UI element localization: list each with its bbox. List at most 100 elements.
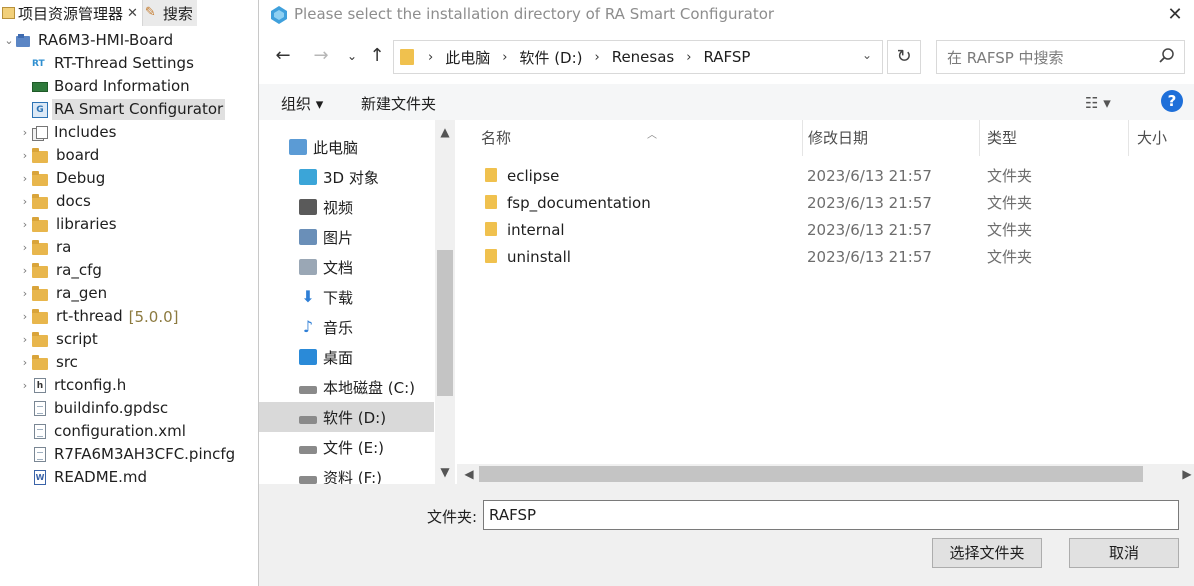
file-row[interactable]: internal 2023/6/13 21:57 文件夹	[457, 216, 1194, 243]
3d-objects-icon	[299, 169, 317, 185]
navigation-pane-scrollbar[interactable]: ▲ ▼	[435, 120, 455, 484]
organize-button[interactable]: 组织 ▾	[281, 93, 323, 114]
breadcrumb-separator-icon[interactable]: ›	[428, 50, 433, 65]
drive-icon	[299, 446, 317, 454]
tree-item[interactable]: Board Information	[0, 75, 262, 98]
tree-item[interactable]: › board	[0, 144, 262, 167]
this-pc-icon	[289, 139, 307, 155]
expand-arrow-icon[interactable]: ›	[18, 149, 32, 163]
column-header-type[interactable]: 类型	[979, 120, 1129, 156]
nav-item[interactable]: 文档	[259, 252, 434, 282]
dialog-title: Please select the installation directory…	[294, 5, 775, 23]
nav-item[interactable]: 此电脑	[259, 132, 434, 162]
scrollbar-thumb[interactable]	[479, 466, 1143, 482]
tree-item[interactable]: › libraries	[0, 213, 262, 236]
tree-item-label: src	[56, 353, 78, 371]
tab-search[interactable]: ✎ 搜索	[142, 0, 197, 26]
expand-arrow-icon[interactable]: ›	[18, 310, 32, 324]
tree-item[interactable]: › script	[0, 328, 262, 351]
up-arrow-icon[interactable]: ↑	[365, 44, 389, 68]
new-folder-button[interactable]: 新建文件夹	[361, 93, 436, 114]
expand-arrow-icon[interactable]: ›	[18, 218, 32, 232]
cancel-button[interactable]: 取消	[1069, 538, 1179, 568]
nav-item[interactable]: ⬇ 下载	[259, 282, 434, 312]
tab-project-explorer[interactable]: 项目资源管理器 ✕	[0, 0, 143, 26]
back-arrow-icon[interactable]: ←	[271, 44, 295, 68]
forward-arrow-icon[interactable]: →	[309, 44, 333, 68]
tree-item-label: R7FA6M3AH3CFC.pincfg	[54, 445, 236, 463]
close-icon[interactable]: ✕	[1163, 3, 1187, 27]
breadcrumb-drive-d[interactable]: 软件 (D:)	[519, 47, 582, 68]
address-bar[interactable]: › 此电脑 › 软件 (D:) › Renesas › RAFSP ⌄	[393, 40, 883, 74]
nav-item[interactable]: 软件 (D:)	[259, 402, 434, 432]
scroll-right-icon[interactable]: ▶	[1177, 464, 1194, 484]
scroll-left-icon[interactable]: ◀	[459, 464, 479, 484]
folder-icon	[32, 331, 48, 347]
folder-name-input[interactable]: RAFSP	[483, 500, 1179, 530]
expand-arrow-icon[interactable]: ›	[18, 195, 32, 209]
close-icon[interactable]: ✕	[127, 6, 138, 21]
recent-locations-chevron-icon[interactable]: ⌄	[340, 44, 364, 68]
scrollbar-thumb[interactable]	[437, 250, 453, 396]
expand-arrow-icon[interactable]: ›	[18, 379, 32, 393]
tree-item[interactable]: G RA Smart Configurator	[0, 98, 262, 121]
tree-item[interactable]: RT RT-Thread Settings	[0, 52, 262, 75]
tree-item[interactable]: configuration.xml	[0, 420, 262, 443]
expand-arrow-icon[interactable]: ›	[18, 241, 32, 255]
expand-arrow-icon[interactable]: ›	[18, 172, 32, 186]
scroll-up-icon[interactable]: ▲	[435, 122, 455, 142]
breadcrumb-separator-icon[interactable]: ›	[686, 50, 691, 65]
tree-item[interactable]: › src	[0, 351, 262, 374]
nav-item[interactable]: ♪ 音乐	[259, 312, 434, 342]
file-list-horizontal-scrollbar[interactable]: ◀ ▶	[457, 464, 1194, 484]
tree-item[interactable]: › rt-thread [5.0.0]	[0, 305, 262, 328]
expand-arrow-icon[interactable]: ›	[18, 356, 32, 370]
nav-item[interactable]: 本地磁盘 (C:)	[259, 372, 434, 402]
nav-item[interactable]: 文件 (E:)	[259, 432, 434, 462]
tree-item[interactable]: buildinfo.gpdsc	[0, 397, 262, 420]
column-header-date[interactable]: 修改日期	[800, 120, 980, 156]
file-row[interactable]: fsp_documentation 2023/6/13 21:57 文件夹	[457, 189, 1194, 216]
expand-arrow-icon[interactable]: ›	[18, 333, 32, 347]
scroll-down-icon[interactable]: ▼	[435, 462, 455, 482]
breadcrumb-separator-icon[interactable]: ›	[502, 50, 507, 65]
tree-item[interactable]: R7FA6M3AH3CFC.pincfg	[0, 443, 262, 466]
nav-item[interactable]: 图片	[259, 222, 434, 252]
tree-item[interactable]: › ra	[0, 236, 262, 259]
view-options-icon[interactable]: ☷ ▾	[1085, 94, 1111, 112]
header-file-icon: h	[34, 378, 46, 393]
expand-arrow-icon[interactable]: ›	[18, 126, 32, 140]
search-box[interactable]: 在 RAFSP 中搜索	[936, 40, 1185, 74]
tree-item[interactable]: › Debug	[0, 167, 262, 190]
breadcrumb-rafsp[interactable]: RAFSP	[703, 48, 750, 66]
column-header-name-label: 名称	[481, 129, 512, 147]
help-icon[interactable]: ?	[1161, 90, 1183, 112]
nav-item[interactable]: 资料 (F:)	[259, 462, 434, 484]
tree-item[interactable]: › h rtconfig.h	[0, 374, 262, 397]
tree-item[interactable]: › ra_cfg	[0, 259, 262, 282]
tree-item[interactable]: W README.md	[0, 466, 262, 489]
folder-icon	[485, 168, 497, 182]
breadcrumb-renesas[interactable]: Renesas	[612, 48, 675, 66]
folder-icon	[32, 239, 48, 255]
address-dropdown-chevron-icon[interactable]: ⌄	[862, 48, 872, 62]
column-header-size[interactable]: 大小	[1129, 120, 1194, 156]
tree-item[interactable]: › docs	[0, 190, 262, 213]
tree-item[interactable]: › Includes	[0, 121, 262, 144]
expand-arrow-icon[interactable]: ›	[18, 264, 32, 278]
tree-project-root[interactable]: ⌄ RA6M3-HMI-Board	[0, 29, 262, 52]
nav-item[interactable]: 视频	[259, 192, 434, 222]
breadcrumb-separator-icon[interactable]: ›	[595, 50, 600, 65]
select-folder-button[interactable]: 选择文件夹	[932, 538, 1042, 568]
nav-item[interactable]: 桌面	[259, 342, 434, 372]
expand-arrow-icon[interactable]: ›	[18, 287, 32, 301]
tree-item[interactable]: › ra_gen	[0, 282, 262, 305]
file-row[interactable]: eclipse 2023/6/13 21:57 文件夹	[457, 162, 1194, 189]
refresh-icon[interactable]: ↻	[887, 40, 921, 74]
column-header-name[interactable]: 名称 ︿	[473, 120, 803, 156]
nav-item[interactable]: 3D 对象	[259, 162, 434, 192]
collapse-arrow-icon[interactable]: ⌄	[2, 34, 16, 48]
file-row[interactable]: uninstall 2023/6/13 21:57 文件夹	[457, 243, 1194, 270]
nav-item-label: 下载	[323, 288, 354, 307]
breadcrumb-this-pc[interactable]: 此电脑	[445, 47, 490, 68]
